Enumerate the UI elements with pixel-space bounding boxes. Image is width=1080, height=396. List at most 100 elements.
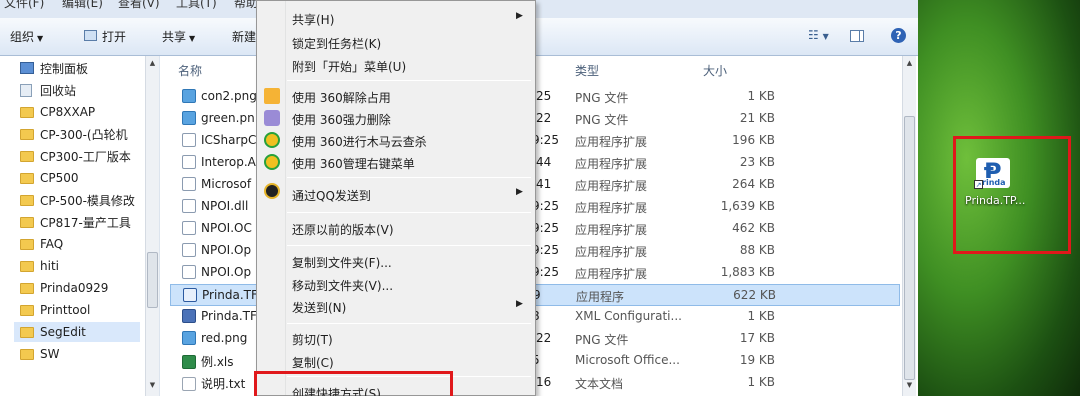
open-button[interactable]: 打开: [102, 28, 126, 45]
context-menu: 共享(H) ▶ 锁定到任务栏(K) 附到「开始」菜单(U) 使用 360解除占用 …: [256, 0, 536, 396]
chevron-down-icon: ▼: [822, 32, 829, 41]
menu-separator: [287, 177, 531, 178]
nav-item-folder[interactable]: CP500: [20, 168, 140, 188]
nav-item-control-panel[interactable]: 控制面板: [20, 58, 140, 78]
menu-item-360-manage[interactable]: 使用 360管理右键菜单: [258, 151, 534, 173]
png-file-icon: [182, 89, 196, 103]
menu-help[interactable]: 帮助: [234, 0, 258, 11]
menu-item-move-to-folder[interactable]: 移动到文件夹(V)...: [258, 273, 534, 295]
scroll-down-icon[interactable]: ▼: [146, 378, 159, 392]
menu-item-share[interactable]: 共享(H) ▶: [258, 7, 534, 29]
guard-360-icon: [264, 154, 280, 170]
nav-item-recycle-bin[interactable]: 回收站: [20, 80, 140, 100]
nav-item-folder[interactable]: hiti: [20, 256, 140, 276]
menu-item-send-to[interactable]: 发送到(N) ▶: [258, 295, 534, 317]
preview-pane-button[interactable]: [850, 30, 864, 42]
text-file-icon: [182, 376, 196, 391]
menu-item-360-scan[interactable]: 使用 360进行木马云查杀: [258, 129, 534, 151]
annotation-box-create-shortcut: [254, 371, 453, 396]
dll-file-icon: [182, 221, 196, 235]
chevron-down-icon: ▼: [37, 34, 44, 43]
dll-file-icon: [182, 133, 196, 147]
file-list-scrollbar[interactable]: ▲ ▼: [902, 56, 916, 396]
shred-360-icon: [264, 110, 280, 126]
submenu-arrow-icon: ▶: [516, 299, 523, 309]
dll-file-icon: [182, 155, 196, 169]
qq-penguin-icon: [264, 183, 280, 199]
folder-icon: [20, 282, 34, 294]
config-file-icon: [182, 309, 196, 323]
nav-item-folder[interactable]: CP-500-模具修改: [20, 190, 140, 210]
folder-icon: [20, 150, 34, 162]
column-header-name[interactable]: 名称: [178, 62, 202, 79]
help-icon[interactable]: ?: [891, 28, 906, 43]
menu-separator: [287, 245, 531, 246]
share-button[interactable]: 共享 ▼: [162, 28, 195, 45]
scroll-up-icon[interactable]: ▲: [146, 56, 159, 70]
submenu-arrow-icon: ▶: [516, 11, 523, 21]
menu-file[interactable]: 文件(F): [4, 0, 44, 11]
menu-edit[interactable]: 编辑(E): [62, 0, 103, 11]
nav-item-folder[interactable]: SW: [20, 344, 140, 364]
nav-item-folder[interactable]: CP8XXAP: [20, 102, 140, 122]
menu-separator: [287, 212, 531, 213]
new-button[interactable]: 新建: [232, 28, 256, 45]
exe-file-icon: [183, 288, 197, 302]
folder-icon: [20, 128, 34, 140]
open-icon: [84, 30, 97, 41]
folder-icon: [20, 172, 34, 184]
nav-item-folder[interactable]: CP-300-(凸轮机: [20, 124, 140, 144]
nav-item-folder[interactable]: CP817-量产工具: [20, 212, 140, 232]
scrollbar-thumb[interactable]: [904, 116, 915, 380]
menu-item-copy[interactable]: 复制(C): [258, 350, 534, 372]
menu-separator: [287, 80, 531, 81]
excel-file-icon: [182, 354, 196, 369]
png-file-icon: [182, 111, 196, 125]
folder-icon: [20, 106, 34, 118]
nav-item-folder[interactable]: CP300-工厂版本: [20, 146, 140, 166]
menu-tools[interactable]: 工具(T): [176, 0, 217, 11]
nav-item-folder-selected[interactable]: SegEdit: [14, 322, 140, 342]
submenu-arrow-icon: ▶: [516, 187, 523, 197]
control-panel-icon: [20, 62, 34, 74]
scrollbar-thumb[interactable]: [147, 252, 158, 308]
change-view-button[interactable]: ☷ ▼: [808, 28, 829, 42]
annotation-box-desktop-shortcut: [953, 136, 1071, 254]
menu-item-qq-send[interactable]: 通过QQ发送到 ▶: [258, 183, 534, 205]
menu-item-360-unlock[interactable]: 使用 360解除占用: [258, 85, 534, 107]
scroll-down-icon[interactable]: ▼: [903, 378, 916, 392]
dll-file-icon: [182, 243, 196, 257]
menu-item-restore-versions[interactable]: 还原以前的版本(V): [258, 217, 534, 239]
column-header-size[interactable]: 大小: [703, 62, 727, 79]
folder-icon: [20, 326, 34, 338]
unlock-360-icon: [264, 88, 280, 104]
folder-icon: [20, 238, 34, 250]
nav-item-folder[interactable]: Prinda0929: [20, 278, 140, 298]
png-file-icon: [182, 331, 196, 345]
dll-file-icon: [182, 177, 196, 191]
folder-icon: [20, 304, 34, 316]
menu-item-360-delete[interactable]: 使用 360强力删除: [258, 107, 534, 129]
folder-icon: [20, 260, 34, 272]
organize-button[interactable]: 组织 ▼: [10, 28, 43, 45]
nav-item-folder[interactable]: Printtool: [20, 300, 140, 320]
nav-item-folder[interactable]: FAQ: [20, 234, 140, 254]
menu-item-cut[interactable]: 剪切(T): [258, 327, 534, 349]
chevron-down-icon: ▼: [189, 34, 196, 43]
folder-icon: [20, 216, 34, 228]
menu-separator: [287, 323, 531, 324]
folder-icon: [20, 194, 34, 206]
guard-360-icon: [264, 132, 280, 148]
navigation-pane: 控制面板 回收站 CP8XXAP CP-300-(凸轮机 CP300-工厂版本 …: [0, 56, 160, 396]
recycle-bin-icon: [20, 83, 32, 97]
folder-icon: [20, 348, 34, 360]
dll-file-icon: [182, 199, 196, 213]
menu-item-pin-taskbar[interactable]: 锁定到任务栏(K): [258, 31, 534, 53]
scroll-up-icon[interactable]: ▲: [903, 56, 916, 70]
menu-item-pin-start[interactable]: 附到「开始」菜单(U): [258, 54, 534, 76]
menu-view[interactable]: 查看(V): [118, 0, 160, 11]
dll-file-icon: [182, 265, 196, 279]
column-header-type[interactable]: 类型: [575, 62, 599, 79]
menu-item-copy-to-folder[interactable]: 复制到文件夹(F)...: [258, 250, 534, 272]
nav-scrollbar[interactable]: ▲ ▼: [145, 56, 159, 396]
